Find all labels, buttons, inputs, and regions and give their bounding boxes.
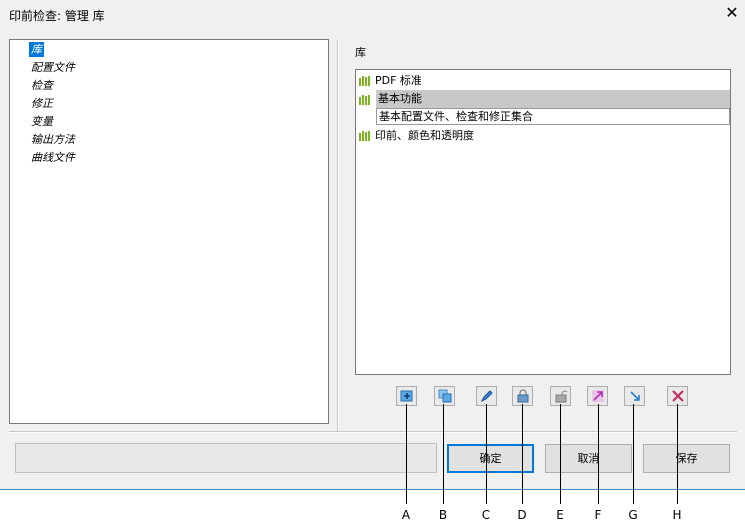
export-icon <box>629 391 640 401</box>
tree-item-output-methods[interactable]: 输出方法 <box>29 132 77 147</box>
description-text: 基本配置文件、检查和修正集合 <box>379 110 533 123</box>
edit-icon <box>480 390 493 403</box>
callout-line-c <box>486 404 487 504</box>
status-field <box>15 443 437 473</box>
cancel-button[interactable]: 取消 <box>545 444 632 473</box>
library-item-prepress[interactable]: 印前、颜色和透明度 <box>359 127 474 144</box>
delete-button[interactable] <box>667 386 688 406</box>
library-item-selected-bg: 基本功能 <box>376 90 730 108</box>
import-icon <box>591 390 604 402</box>
import-button[interactable] <box>587 386 608 406</box>
library-item-description: 基本配置文件、检查和修正集合 <box>376 108 730 125</box>
library-list[interactable]: PDF 标准 基本功能 基本配置文件、检查和修正集合 印前、颜色和透明度 <box>355 69 731 375</box>
horizontal-divider <box>9 431 737 433</box>
lock-icon <box>517 389 528 403</box>
tree-item-profiles[interactable]: 配置文件 <box>29 60 77 75</box>
window-title: 印前检查: 管理 库 <box>9 9 105 23</box>
duplicate-icon <box>438 389 451 403</box>
duplicate-button[interactable] <box>434 386 455 406</box>
callout-label-e: E <box>556 508 564 522</box>
close-icon[interactable]: ✕ <box>722 2 742 24</box>
library-bars-icon <box>359 130 371 141</box>
vertical-divider <box>337 39 339 431</box>
library-item-basic-functions[interactable] <box>359 91 375 108</box>
callout-line-h <box>677 404 678 504</box>
library-heading: 库 <box>355 46 366 59</box>
library-item-label: 印前、颜色和透明度 <box>375 129 474 142</box>
tree-item-fixups[interactable]: 修正 <box>29 96 55 111</box>
delete-icon <box>671 390 684 402</box>
tree-item-checks[interactable]: 检查 <box>29 78 55 93</box>
callout-label-a: A <box>401 508 411 522</box>
callout-line-e <box>560 404 561 504</box>
callout-label-f: F <box>594 508 602 522</box>
unlock-icon <box>555 390 567 403</box>
tree-item-variables[interactable]: 变量 <box>29 114 55 129</box>
ok-button[interactable]: 确定 <box>447 444 534 473</box>
callout-label-h: H <box>672 508 682 522</box>
library-item-label: PDF 标准 <box>375 74 422 87</box>
tree-item-library[interactable]: 库 <box>29 42 44 57</box>
callout-line-f <box>598 404 599 504</box>
unlock-button[interactable] <box>550 386 571 406</box>
lock-button[interactable] <box>512 386 533 406</box>
new-icon <box>400 390 412 402</box>
library-item-label: 基本功能 <box>378 92 422 105</box>
library-bars-icon <box>359 75 371 86</box>
callout-line-a <box>406 404 407 504</box>
new-button[interactable] <box>396 386 417 406</box>
callout-line-b <box>443 404 444 504</box>
callout-label-b: B <box>438 508 448 522</box>
library-bars-icon <box>359 94 371 105</box>
library-item-pdf-standards[interactable]: PDF 标准 <box>359 72 422 89</box>
tree-item-curve-files[interactable]: 曲线文件 <box>29 150 77 165</box>
callout-label-c: C <box>481 508 491 522</box>
export-button[interactable] <box>624 386 645 406</box>
edit-button[interactable] <box>476 386 497 406</box>
callout-label-d: D <box>517 508 527 522</box>
save-button[interactable]: 保存 <box>643 444 730 473</box>
callout-label-g: G <box>628 508 638 522</box>
callout-line-d <box>522 404 523 504</box>
callout-line-g <box>633 404 634 504</box>
category-tree[interactable]: 库 配置文件 检查 修正 变量 输出方法 曲线文件 <box>9 39 329 424</box>
